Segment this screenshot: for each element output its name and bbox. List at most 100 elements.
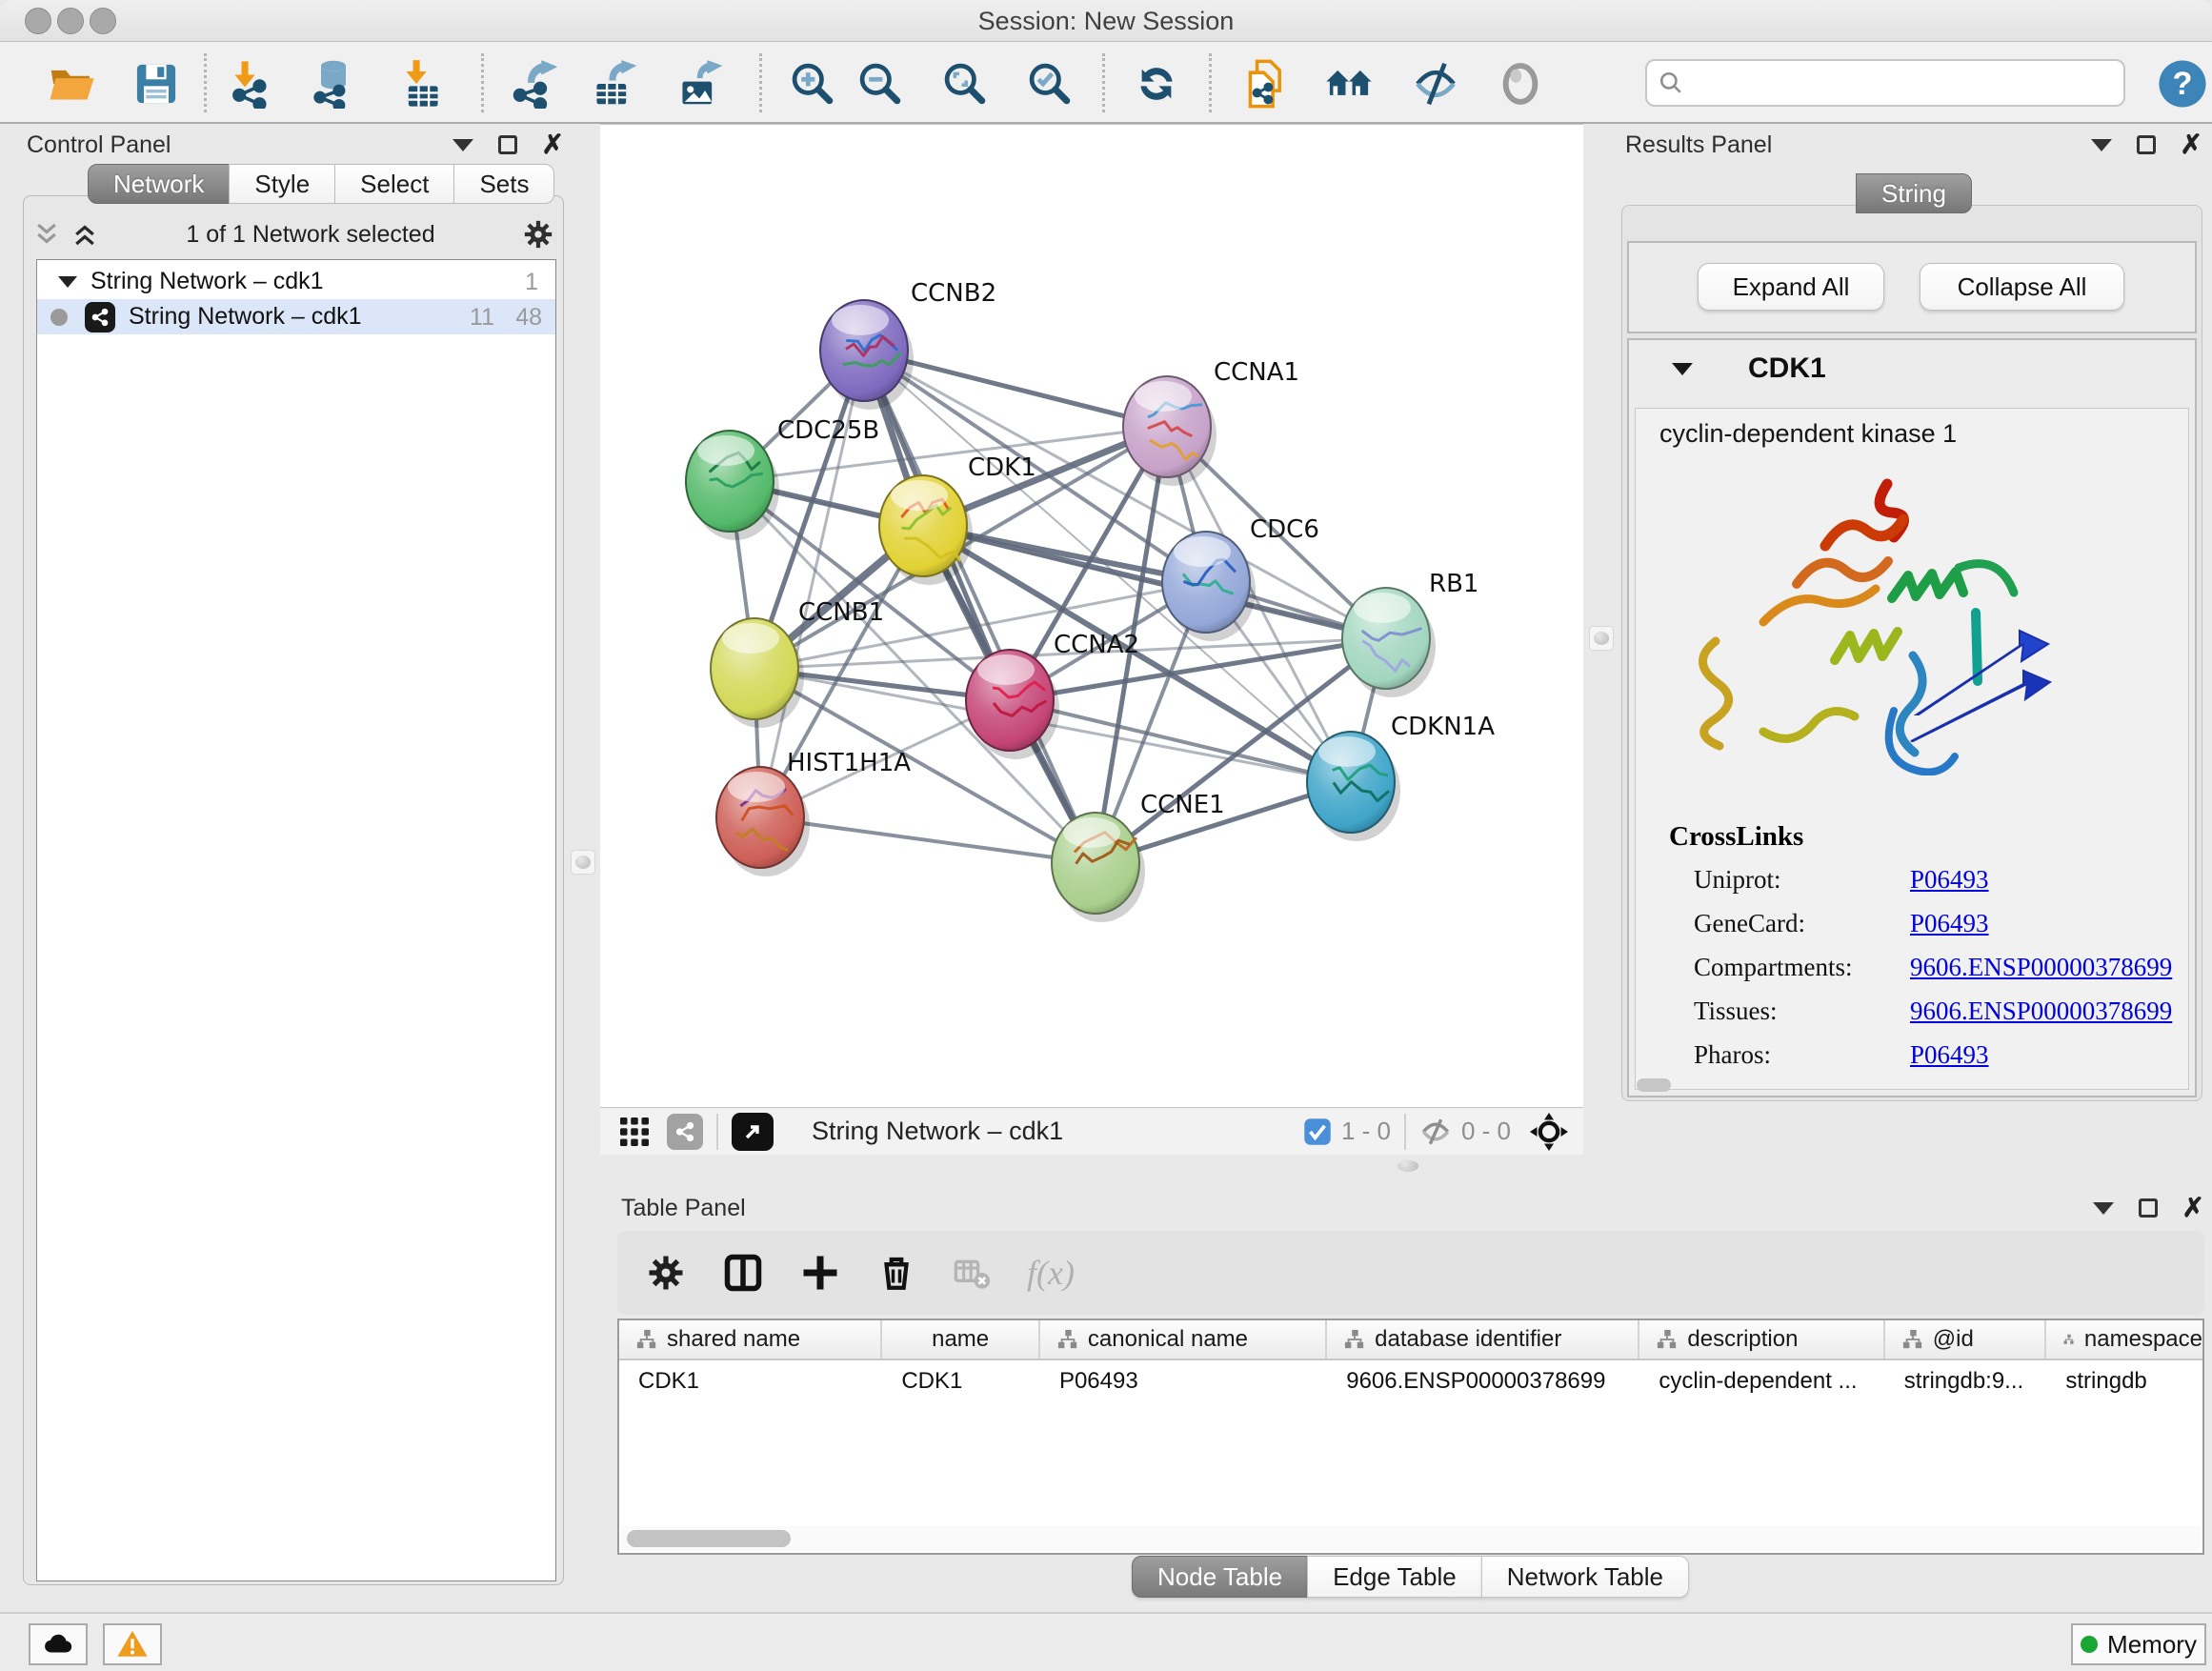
collapse-all-button[interactable]: Collapse All [1920,263,2124,311]
table-panel-close-icon[interactable]: ✗ [2182,1198,2204,1218]
save-session-icon[interactable] [129,56,184,111]
results-panel-float-icon[interactable] [2137,135,2156,154]
cell-id[interactable]: stringdb:9... [1885,1368,2047,1395]
network-graph[interactable]: CCNB2CCNA1CDC25BCDK1CDC6RB1CCNB1CCNA2CDK… [600,125,1583,1108]
fit-selected-crosshair-icon[interactable] [1530,1113,1568,1151]
left-splitter-handle[interactable] [571,850,595,875]
first-neighbors-icon[interactable] [1321,56,1377,111]
new-network-from-selection-icon[interactable] [1238,56,1294,111]
create-column-icon[interactable] [800,1253,840,1293]
import-table-from-file-icon[interactable] [394,56,450,111]
zoom-in-icon[interactable] [785,56,840,111]
zoom-selected-icon[interactable] [1022,56,1077,111]
right-splitter-handle[interactable] [1589,626,1614,651]
column-header[interactable]: database identifier [1327,1320,1639,1359]
crosslink-genecard-link[interactable]: P06493 [1910,909,1989,937]
control-panel-float-icon[interactable] [498,135,517,154]
edge-HIST1H1A-CCNE1[interactable] [760,817,1096,863]
expand-all-button[interactable]: Expand All [1698,263,1884,311]
tab-network[interactable]: Network [88,164,230,204]
memory-button[interactable]: Memory [2071,1623,2206,1665]
table-hscroll-thumb[interactable] [627,1530,791,1547]
cloud-button[interactable] [29,1623,88,1665]
network-type-icon [85,302,115,332]
tab-string[interactable]: String [1856,173,1972,213]
toolbar-separator [1209,53,1212,112]
node-label-CCNB2: CCNB2 [911,279,996,308]
hidden-eye-icon[interactable] [1419,1116,1452,1148]
help-icon[interactable]: ? [2155,56,2210,111]
tab-edge-table[interactable]: Edge Table [1307,1556,1482,1598]
table-row[interactable]: CDK1 CDK1 P06493 9606.ENSP00000378699 cy… [619,1360,2202,1402]
crosslink-tissues-link[interactable]: 9606.ENSP00000378699 [1910,997,2172,1025]
collection-expander-icon[interactable] [58,276,77,288]
results-hscroll-thumb[interactable] [1637,1078,1671,1092]
entry-expander-icon[interactable] [1672,363,1693,375]
show-all-icon[interactable] [1493,56,1548,111]
search-input[interactable] [1691,70,2101,96]
tab-sets[interactable]: Sets [453,164,554,204]
open-session-icon[interactable] [44,56,99,111]
horizontal-splitter-handle[interactable] [1396,1156,1420,1177]
grid-view-icon[interactable] [617,1115,652,1149]
tab-node-table[interactable]: Node Table [1132,1556,1308,1598]
selected-checkbox-icon[interactable] [1303,1117,1332,1146]
gear-icon[interactable] [522,218,554,251]
results-panel-menu-icon[interactable] [2091,139,2112,151]
node-HIST1H1A[interactable]: HIST1H1A [716,749,911,876]
column-header[interactable]: description [1639,1320,1884,1359]
cell-namespace[interactable]: stringdb [2046,1368,2202,1395]
tab-select[interactable]: Select [334,164,454,204]
search-field[interactable] [1645,59,2125,107]
node-CCNE1[interactable]: CCNE1 [1052,791,1225,922]
control-panel-menu-icon[interactable] [452,139,473,151]
crosslink-compartments-link[interactable]: 9606.ENSP00000378699 [1910,953,2172,981]
node-CDKN1A[interactable]: CDKN1A [1307,713,1495,841]
column-header[interactable]: @id [1885,1320,2047,1359]
cell-name[interactable]: CDK1 [882,1368,1040,1395]
hide-selected-icon[interactable] [1408,56,1463,111]
column-header[interactable]: shared name [619,1320,882,1359]
table-gear-icon[interactable] [646,1253,686,1293]
table-hscrollbar[interactable] [621,1526,2201,1551]
node-table[interactable]: shared name name canonical name database… [617,1319,2204,1555]
column-header[interactable]: namespace [2046,1320,2202,1359]
network-collection-row[interactable]: String Network – cdk1 [37,264,555,299]
node-CDC6[interactable]: CDC6 [1162,515,1319,641]
expand-all-icon[interactable] [70,220,99,249]
table-panel-menu-icon[interactable] [2093,1202,2114,1215]
warnings-button[interactable] [103,1623,162,1665]
column-header[interactable]: name [882,1320,1040,1359]
cell-database-identifier[interactable]: 9606.ENSP00000378699 [1327,1368,1639,1395]
network-share-icon[interactable] [667,1114,703,1150]
network-view[interactable]: CCNB2CCNA1CDC25BCDK1CDC6RB1CCNB1CCNA2CDK… [600,124,1583,1107]
refresh-icon[interactable] [1129,56,1184,111]
node-RB1[interactable]: RB1 [1342,570,1478,697]
network-node-count: 11 [470,304,494,332]
cell-shared-name[interactable]: CDK1 [619,1368,882,1395]
export-network-icon[interactable] [506,56,561,111]
birdseye-view-icon[interactable] [732,1113,774,1151]
column-header[interactable]: canonical name [1040,1320,1327,1359]
crosslink-uniprot-link[interactable]: P06493 [1910,865,1989,894]
tab-network-table[interactable]: Network Table [1481,1556,1689,1598]
zoom-out-icon[interactable] [853,56,908,111]
export-table-icon[interactable] [585,56,640,111]
node-CCNA1[interactable]: CCNA1 [1123,358,1299,486]
import-network-from-file-icon[interactable] [223,56,278,111]
crosslink-label: Tissues: [1694,997,1778,1025]
export-image-icon[interactable] [671,56,726,111]
cell-description[interactable]: cyclin-dependent ... [1639,1368,1884,1395]
table-panel-title: Table Panel [621,1195,746,1222]
control-panel-close-icon[interactable]: ✗ [542,135,564,154]
delete-column-icon[interactable] [876,1253,916,1293]
results-panel-close-icon[interactable]: ✗ [2181,135,2202,154]
cell-canonical-name[interactable]: P06493 [1040,1368,1327,1395]
tab-style[interactable]: Style [229,164,335,204]
import-network-from-database-icon[interactable] [306,56,361,111]
zoom-fit-content-icon[interactable] [937,56,993,111]
collapse-all-icon[interactable] [32,220,61,249]
table-panel-float-icon[interactable] [2139,1198,2158,1218]
show-columns-icon[interactable] [722,1252,764,1294]
crosslink-pharos-link[interactable]: P06493 [1910,1040,1989,1069]
